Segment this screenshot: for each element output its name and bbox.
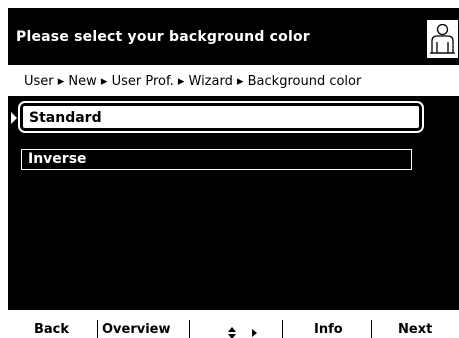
info-button[interactable]: Info — [314, 322, 343, 337]
softkey-divider — [189, 320, 190, 338]
option-inverse[interactable]: Inverse — [21, 149, 412, 170]
back-button[interactable]: Back — [34, 322, 69, 337]
next-button[interactable]: Next — [398, 322, 432, 337]
softkey-divider — [282, 320, 283, 338]
header-bar: Please select your background color — [8, 8, 459, 65]
softkey-divider — [371, 320, 372, 338]
breadcrumb: User ▸ New ▸ User Prof. ▸ Wizard ▸ Backg… — [8, 66, 459, 96]
overview-button[interactable]: Overview — [102, 322, 171, 337]
up-down-right-arrows-icon — [228, 327, 257, 338]
screen: Please select your background color User… — [0, 0, 459, 338]
page-title: Please select your background color — [16, 29, 310, 45]
softkey-divider — [97, 320, 98, 338]
selection-pointer-icon — [11, 112, 17, 124]
navigate-button[interactable] — [228, 324, 268, 338]
user-icon[interactable] — [426, 19, 459, 59]
softkey-bar: Back Overview Info Next — [8, 310, 459, 338]
option-inverse-label: Inverse — [28, 151, 87, 167]
option-standard[interactable]: Standard — [20, 103, 422, 131]
breadcrumb-path: User ▸ New ▸ User Prof. ▸ Wizard ▸ Backg… — [24, 74, 362, 89]
option-list: Standard Inverse — [8, 96, 459, 310]
option-standard-label: Standard — [29, 110, 102, 126]
